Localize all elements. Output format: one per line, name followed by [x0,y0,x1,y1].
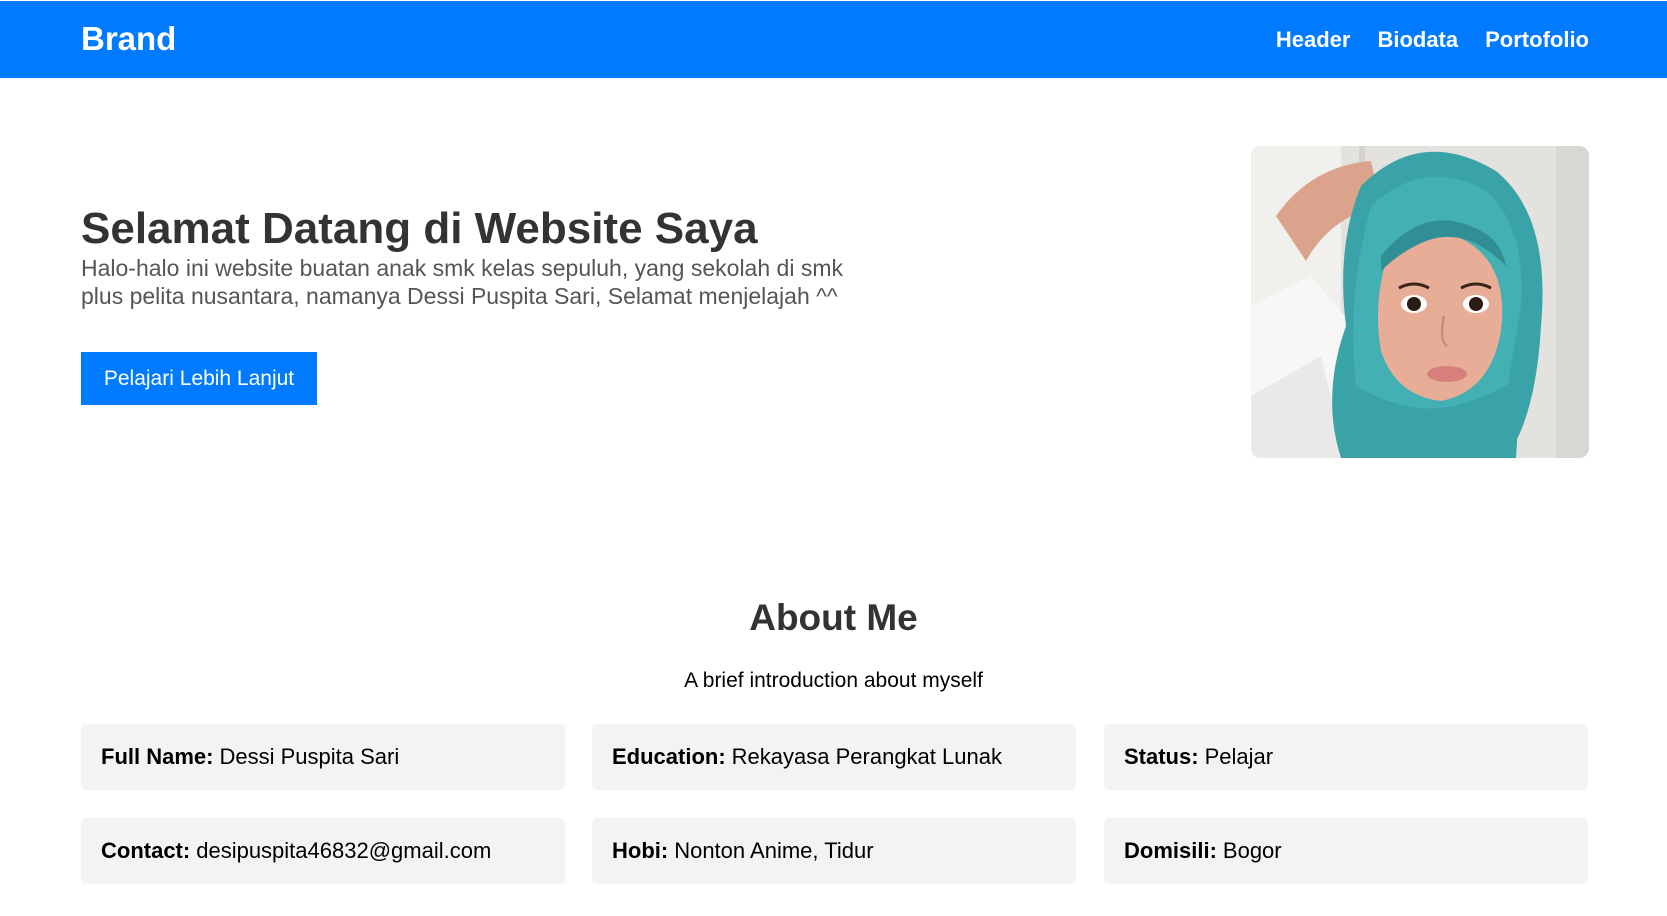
info-label: Full Name: [101,744,214,769]
about-subtitle: A brief introduction about myself [684,669,983,692]
nav-links: Header Biodata Portofolio [1276,27,1589,53]
profile-photo [1251,146,1589,458]
hero-description: Halo-halo ini website buatan anak smk ke… [81,255,843,309]
nav-link-biodata[interactable]: Biodata [1377,27,1458,53]
nav-link-header[interactable]: Header [1276,27,1351,53]
brand-link[interactable]: Brand [81,20,176,58]
info-label: Domisili: [1124,838,1217,863]
info-card-status: Status: Pelajar [1104,724,1588,790]
info-card-domisili: Domisili: Bogor [1104,818,1588,884]
info-card-education: Education: Rekayasa Perangkat Lunak [592,724,1076,790]
info-value: Nonton Anime, Tidur [674,838,874,863]
navbar: Brand Header Biodata Portofolio [0,1,1667,78]
info-card-hobi: Hobi: Nonton Anime, Tidur [592,818,1076,884]
info-value: Rekayasa Perangkat Lunak [731,744,1002,769]
info-card-contact: Contact: desipuspita46832@gmail.com [81,818,565,884]
info-label: Education: [612,744,726,769]
learn-more-button[interactable]: Pelajari Lebih Lanjut [81,352,317,405]
info-value: Pelajar [1204,744,1274,769]
info-label: Status: [1124,744,1199,769]
profile-photo-illustration [1251,146,1589,458]
info-value: Bogor [1222,838,1282,863]
info-label: Contact: [101,838,191,863]
info-label: Hobi: [612,838,669,863]
info-card-full-name: Full Name: Dessi Puspita Sari [81,724,565,790]
info-value: Dessi Puspita Sari [219,744,400,769]
about-title: About Me [749,597,918,638]
info-value: desipuspita46832@gmail.com [196,838,492,863]
hero-title: Selamat Datang di Website Saya [81,204,758,253]
nav-link-portofolio[interactable]: Portofolio [1485,27,1589,53]
